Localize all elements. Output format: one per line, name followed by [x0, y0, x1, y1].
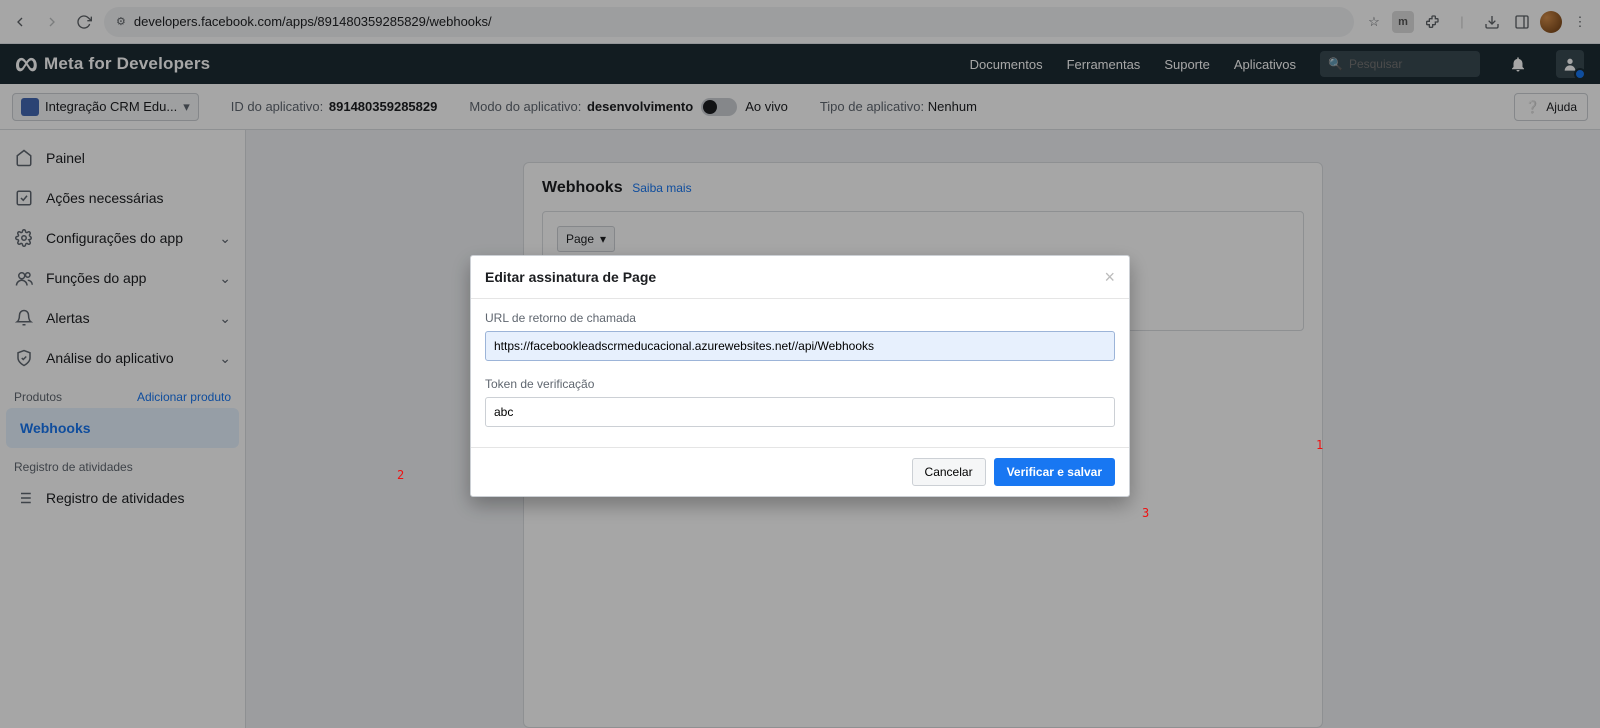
- verify-token-label: Token de verificação: [485, 377, 1115, 391]
- close-icon[interactable]: ×: [1104, 268, 1115, 286]
- edit-subscription-modal: Editar assinatura de Page × URL de retor…: [470, 255, 1130, 497]
- cancel-button[interactable]: Cancelar: [912, 458, 986, 486]
- verify-save-button[interactable]: Verificar e salvar: [994, 458, 1115, 486]
- callback-url-input[interactable]: [485, 331, 1115, 361]
- callback-url-label: URL de retorno de chamada: [485, 311, 1115, 325]
- modal-title: Editar assinatura de Page: [485, 269, 656, 285]
- verify-token-input[interactable]: [485, 397, 1115, 427]
